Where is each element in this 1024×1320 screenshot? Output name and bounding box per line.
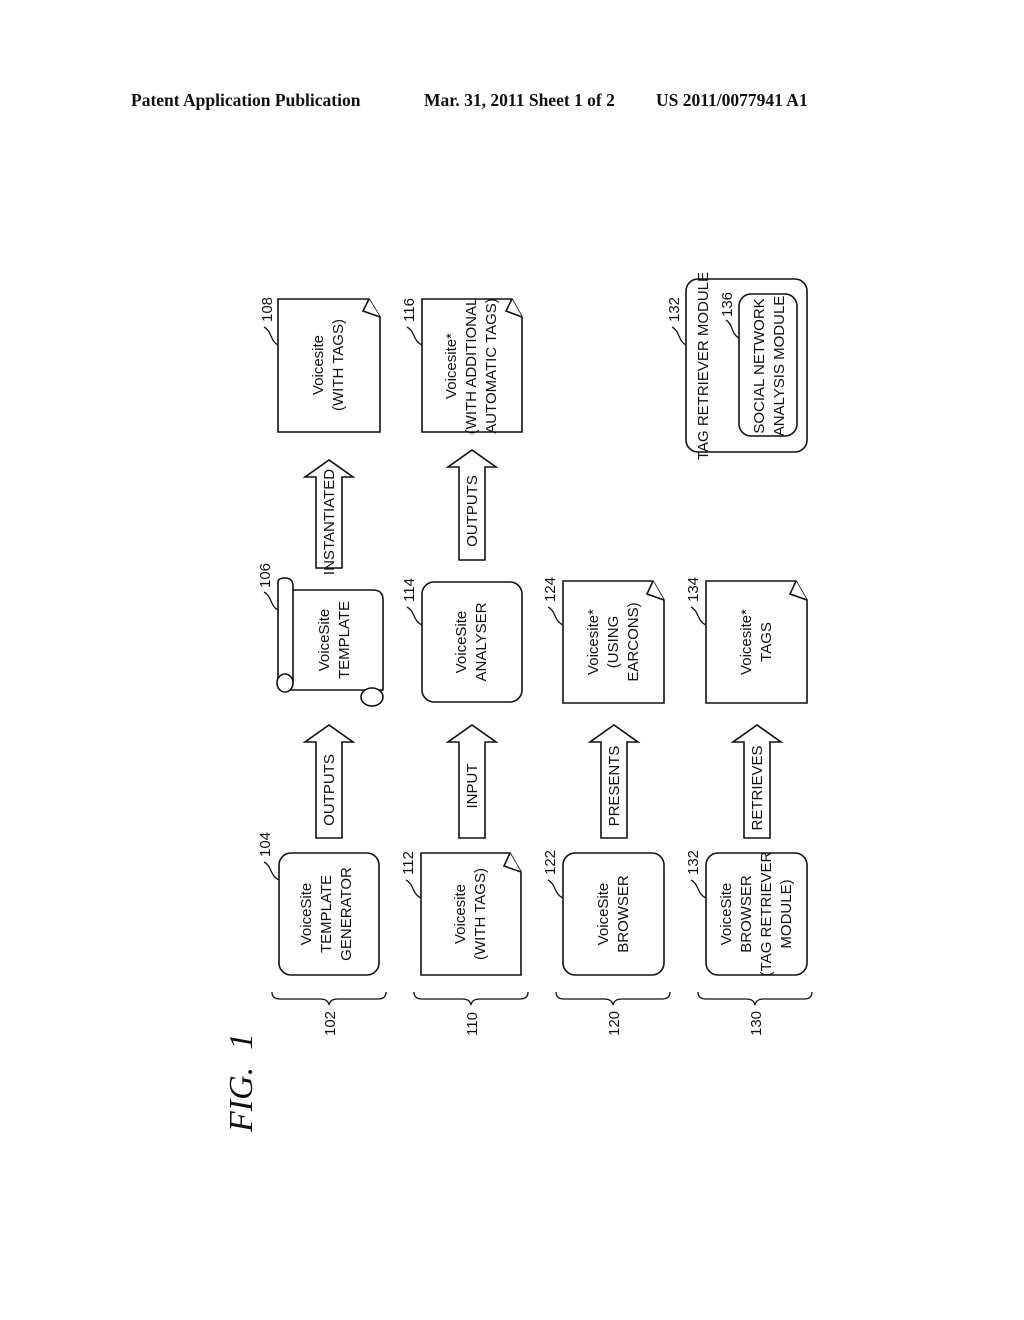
node-label-line: (TAG RETRIEVER [758,851,775,976]
node-116-voicesite-additional-tags: Voicesite* (WITH ADDITIONAL AUTOMATIC TA… [421,298,523,435]
group-ref: 120 [606,1011,623,1036]
node-114-voicesite-analyser: VoiceSite ANALYSER [421,581,523,703]
node-label-line: VoiceSite [453,611,470,674]
ref-number: 112 [400,851,417,875]
ref-number: 104 [257,832,274,857]
arrow-instantiated: INSTANTIATED [302,459,356,575]
tag-retriever-module-132: TAG RETRIEVER MODULE SOCIAL NETWORK ANAL… [685,272,808,460]
module-title: TAG RETRIEVER MODULE [695,272,712,460]
ref-leader-108: 108 [259,297,279,346]
arrow-label: INSTANTIATED [321,469,338,575]
node-label-line: Voicesite* [738,609,755,675]
node-108-voicesite-with-tags: Voicesite (WITH TAGS) [277,298,381,433]
group-ref: 130 [748,1011,765,1036]
node-label-line: ANALYSER [473,602,490,681]
ref-leader-116: 116 [401,298,423,346]
node-label-line: SOCIAL NETWORK [751,298,768,433]
node-label-line: EARCONS) [625,602,642,681]
ref-number: 124 [542,577,559,602]
group-ref: 110 [464,1012,481,1036]
arrow-presents: PRESENTS [587,724,641,839]
node-112-voicesite-with-tags: Voicesite (WITH TAGS) [420,852,522,976]
group-brace-130: 130 [697,991,813,1036]
node-label-line: Voicesite* [585,609,602,675]
figure-1-diagram: VoiceSite TEMPLATE GENERATOR 104 OUTPUTS… [223,272,813,1133]
node-label-line: BROWSER [738,875,755,953]
node-label-line: TEMPLATE [318,875,335,953]
ref-leader-124: 124 [542,577,564,626]
node-122-voicesite-browser: VoiceSite BROWSER [562,852,665,976]
node-label-line: AUTOMATIC TAGS) [483,298,500,434]
ref-number: 108 [259,297,276,322]
node-label-line: Voicesite* [443,333,460,399]
group-brace-120: 120 [555,991,671,1036]
ref-leader-114: 114 [401,578,423,626]
ref-number: 114 [401,578,418,602]
ref-leader-106: 106 [257,563,279,611]
arrow-outputs-110: OUTPUTS [445,449,499,561]
node-label-line: TAGS [758,622,775,662]
node-124-voicesite-earcons: Voicesite* (USING EARCONS) [562,580,665,704]
ref-leader-132-module: 132 [666,297,687,346]
node-132-browser-tag-retriever: VoiceSite BROWSER (TAG RETRIEVER MODULE) [705,851,808,976]
arrow-label: OUTPUTS [464,475,481,547]
ref-number: 134 [685,577,702,602]
ref-leader-104: 104 [257,832,280,881]
arrow-label: PRESENTS [606,746,623,827]
arrow-input: INPUT [445,724,499,839]
group-ref: 102 [322,1011,339,1036]
node-label-line: MODULE) [778,879,795,948]
figure-caption: FIG. 1 [223,1033,260,1133]
group-brace-110: 110 [413,991,529,1036]
node-label-line: VoiceSite [298,883,315,946]
ref-number: 132 [666,297,683,322]
ref-leader-122: 122 [542,850,564,899]
node-label-line: Voicesite [452,884,469,944]
node-label-line: GENERATOR [338,867,355,961]
arrow-label: INPUT [464,764,481,809]
arrow-outputs-102: OUTPUTS [302,724,356,839]
node-label-line: (WITH TAGS) [472,868,489,960]
node-label-line: Voicesite [310,335,327,395]
arrow-label: RETRIEVES [749,745,766,830]
ref-number: 136 [719,292,736,317]
ref-number: 106 [257,563,274,588]
node-134-voicesite-tags: Voicesite* TAGS [705,580,808,704]
social-network-analysis-module-136: SOCIAL NETWORK ANALYSIS MODULE [738,293,798,437]
node-label-line: VoiceSite [718,883,735,946]
arrow-retrieves: RETRIEVES [730,724,784,839]
ref-number: 132 [685,850,702,875]
node-106-template-scroll: VoiceSite TEMPLATE [276,577,384,707]
ref-number: 116 [401,298,418,322]
node-label-line: VoiceSite [595,883,612,946]
node-label-line: VoiceSite [316,609,333,672]
node-label-line: TEMPLATE [336,601,353,679]
node-label-line: (WITH ADDITIONAL [463,298,480,435]
node-label-line: BROWSER [615,875,632,953]
node-label-line: ANALYSIS MODULE [771,296,788,437]
ref-leader-134: 134 [685,577,707,626]
node-104-template-generator: VoiceSite TEMPLATE GENERATOR [278,852,380,976]
arrow-label: OUTPUTS [321,754,338,826]
node-label-line: (USING [605,616,622,669]
ref-number: 122 [542,850,559,875]
ref-leader-132-browser: 132 [685,850,707,899]
group-brace-102: 102 [271,991,387,1036]
node-label-line: (WITH TAGS) [330,319,347,411]
ref-leader-112: 112 [400,851,422,899]
